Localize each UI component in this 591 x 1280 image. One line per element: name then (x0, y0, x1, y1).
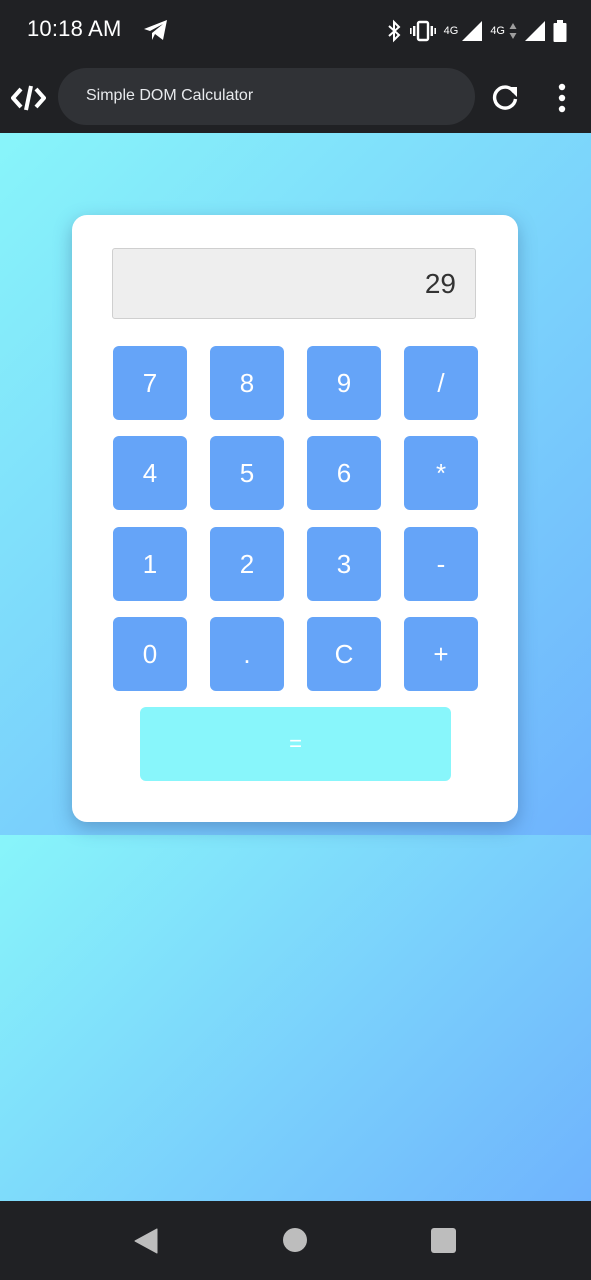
digit-1-button[interactable]: 1 (113, 527, 187, 601)
digit-9-button[interactable]: 9 (307, 346, 381, 420)
digit-7-button[interactable]: 7 (113, 346, 187, 420)
network-type-2: 4G (490, 25, 505, 37)
vibrate-icon (409, 20, 436, 42)
status-time: 10:18 AM (27, 16, 122, 41)
navigation-bar (0, 1201, 591, 1280)
data-arrows-icon (509, 23, 517, 39)
clear-button[interactable]: C (307, 617, 381, 691)
calculator-display: 29 (112, 248, 476, 319)
page-background-lower (0, 835, 591, 1201)
digit-8-button[interactable]: 8 (210, 346, 284, 420)
divide-button[interactable]: / (404, 346, 478, 420)
subtract-button[interactable]: - (404, 527, 478, 601)
equals-button[interactable]: = (140, 707, 451, 781)
status-icons: 4G 4G (386, 17, 567, 45)
signal-icon-2 (525, 21, 545, 41)
page-title: Simple DOM Calculator (86, 87, 254, 104)
digit-3-button[interactable]: 3 (307, 527, 381, 601)
digit-4-button[interactable]: 4 (113, 436, 187, 510)
digit-2-button[interactable]: 2 (210, 527, 284, 601)
calculator: 29 7 8 9 / 4 5 6 * 1 2 3- 0. C + = (72, 215, 518, 822)
address-bar[interactable]: Simple DOM Calculator (58, 68, 475, 125)
digit-0-button[interactable]: 0 (113, 617, 187, 691)
digit-5-button[interactable]: 5 (210, 436, 284, 510)
bluetooth-icon (387, 19, 401, 43)
status-bar: 10:18 AM 4G 4G (0, 0, 591, 62)
reload-icon[interactable] (490, 83, 520, 113)
decimal-button[interactable]: . (210, 617, 284, 691)
telegram-icon (144, 20, 167, 40)
web-viewport: 29 7 8 9 / 4 5 6 * 1 2 3- 0. C + = (0, 133, 591, 1201)
nav-home-icon[interactable] (283, 1228, 307, 1252)
nav-back-icon[interactable] (133, 1228, 159, 1254)
app-logo-icon[interactable] (11, 84, 46, 112)
add-button[interactable]: + (404, 617, 478, 691)
nav-recents-icon[interactable] (431, 1228, 456, 1253)
menu-icon[interactable] (552, 82, 572, 114)
network-type-1: 4G (443, 25, 459, 37)
browser-toolbar: Simple DOM Calculator (0, 62, 591, 133)
multiply-button[interactable]: * (404, 436, 478, 510)
battery-icon (553, 20, 567, 42)
digit-6-button[interactable]: 6 (307, 436, 381, 510)
signal-icon (462, 21, 483, 41)
